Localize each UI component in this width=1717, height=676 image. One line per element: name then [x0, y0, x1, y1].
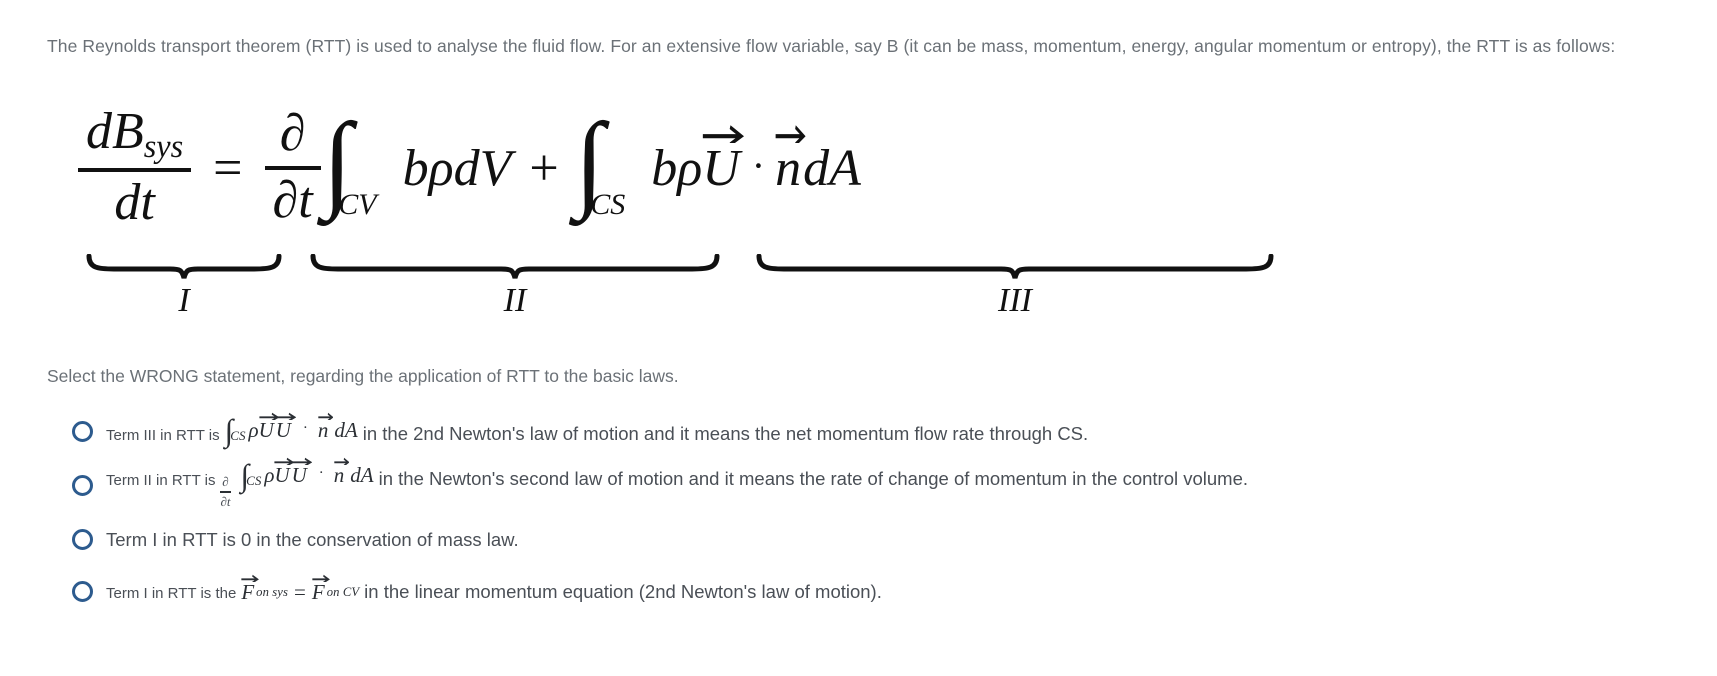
lhs-denominator: dt: [114, 174, 155, 232]
option-row-3[interactable]: Term I in RTT is 0 in the conservation o…: [72, 519, 1692, 561]
option-4-tail: in the linear momentum equation (2nd New…: [364, 581, 882, 602]
option-4-text: Term I in RTT is the Fon sys = Fon CV in t…: [106, 574, 882, 605]
radio-button-4[interactable]: [72, 581, 93, 602]
dot-product-icon: ·: [751, 142, 766, 188]
lhs-numerator: dBsys: [78, 103, 191, 165]
term2-integrand: bρdV: [403, 139, 512, 198]
option-2-tail: in the Newton's second law of motion and…: [378, 468, 1249, 489]
option-1-U2: U: [275, 418, 291, 443]
term3-b: b: [651, 139, 678, 197]
term3-U: U: [702, 139, 740, 197]
option-4-F1: F: [241, 580, 255, 604]
lhs-fraction: dBsys dt: [78, 103, 192, 232]
vector-U-2: U: [275, 412, 296, 443]
equation-row: dBsys dt = ∂ ∂t ∫ CV bρdV + ∫ CS bρ U · ndA: [78, 78, 1338, 258]
dot-product-icon: ·: [318, 465, 324, 482]
term2-fraction-bar: [264, 166, 321, 170]
term2-partial-denominator: ∂t: [272, 172, 313, 229]
plus-sign: +: [529, 139, 559, 197]
option-1-rho: ρ: [248, 418, 259, 443]
option-4-math: Fon sys = Fon CV: [241, 574, 360, 605]
vector-U: U: [702, 125, 745, 198]
vector-n-1: n: [333, 457, 350, 488]
radio-button-3[interactable]: [72, 529, 93, 550]
term2-partial-fraction: ∂ ∂t: [264, 105, 321, 229]
intro-paragraph: The Reynolds transport theorem (RTT) is …: [47, 36, 1616, 56]
radio-button-2[interactable]: [72, 474, 93, 496]
vector-U-1: U: [258, 412, 279, 443]
lhs-d: d: [86, 103, 112, 161]
rtt-equation: dBsys dt = ∂ ∂t ∫ CV bρdV + ∫ CS bρ U · ndA: [78, 78, 1338, 348]
term3-integrand: bρ U · ndA: [651, 125, 861, 198]
option-2-dA: dA: [350, 463, 374, 488]
option-1-U1: U: [258, 418, 274, 443]
term2-integral: ∫ CV: [323, 107, 391, 221]
term2-integral-limit: CV: [338, 187, 377, 221]
option-1-integral-limit: CS: [230, 427, 246, 443]
vector-n-1: n: [317, 412, 334, 443]
underbrace-group: I II III: [78, 254, 1338, 349]
option-2-integral-limit: CS: [246, 472, 262, 488]
term3-integral-limit: CS: [590, 187, 626, 221]
vector-n: n: [775, 125, 806, 198]
equals-sign: =: [213, 139, 243, 197]
term2-dV: dV: [453, 139, 512, 197]
vector-F-2: F: [311, 574, 330, 605]
option-2-rho: ρ: [264, 463, 275, 488]
underbrace-III: III: [756, 254, 1274, 320]
option-1-n: n: [317, 418, 329, 443]
option-2-n: n: [333, 463, 345, 488]
option-2-text: Term II in RTT is ∂ ∂t ∫ CS ρ U U · n dA in the…: [106, 457, 1249, 510]
term2-b: b: [402, 139, 429, 197]
radio-button-1[interactable]: [72, 420, 93, 442]
underbrace-II: II: [310, 254, 720, 320]
dot-product-icon: ·: [302, 420, 308, 437]
option-4-F2: F: [311, 580, 325, 604]
option-4-sub1: on sys: [256, 585, 289, 599]
underbrace-I: I: [86, 254, 282, 320]
option-row-1[interactable]: Term III in RTT is ∫ CS ρ U U · n dA in the 2nd…: [72, 410, 1692, 452]
option-row-4[interactable]: Term I in RTT is the Fon sys = Fon CV in t…: [72, 571, 1692, 613]
term3-integral: ∫ CS: [575, 107, 640, 221]
option-2-math: ∫ CS ρ U U · n dA: [241, 457, 374, 491]
option-4-lead: Term I in RTT is the: [106, 585, 237, 602]
option-1-dA: dA: [334, 418, 358, 443]
option-3-text: Term I in RTT is 0 in the conservation o…: [106, 529, 519, 551]
option-2-partial-fraction: ∂ ∂t: [220, 474, 231, 510]
option-2-U1: U: [274, 463, 290, 488]
term3-n: n: [775, 139, 802, 197]
option-4-sub2: on CV: [326, 585, 360, 599]
brace-label-II: II: [503, 282, 527, 319]
option-2-lead: Term II in RTT is: [106, 472, 216, 489]
vector-F-1: F: [241, 574, 260, 605]
vector-U-1: U: [274, 457, 295, 488]
brace-label-I: I: [178, 282, 190, 319]
term3-rho: ρ: [677, 139, 703, 197]
term3-dA: dA: [803, 139, 861, 197]
option-4-equals: =: [294, 580, 306, 604]
option-1-tail: in the 2nd Newton's law of motion and it…: [362, 423, 1089, 444]
lhs-B: B: [112, 103, 144, 161]
lhs-fraction-bar: [78, 168, 192, 173]
option-3-lead: Term I in RTT is 0 in the conservation o…: [106, 528, 519, 550]
option-2-U2: U: [291, 463, 307, 488]
question-prompt: Select the WRONG statement, regarding th…: [47, 366, 679, 386]
term2-rho: ρ: [428, 139, 454, 197]
answer-options-list: Term III in RTT is ∫ CS ρ U U · n dA in the 2nd…: [72, 410, 1692, 623]
term2-partial-numerator: ∂: [279, 105, 306, 163]
option-2-frac-bar: [220, 491, 231, 493]
option-row-2[interactable]: Term II in RTT is ∂ ∂t ∫ CS ρ U U · n dA in the…: [72, 457, 1692, 510]
option-2-frac-num: ∂: [222, 474, 229, 489]
option-1-math: ∫ CS ρ U U · n dA: [225, 412, 358, 446]
vector-U-2: U: [291, 457, 312, 488]
option-1-text: Term III in RTT is ∫ CS ρ U U · n dA in the 2nd…: [106, 412, 1089, 446]
brace-label-III: III: [998, 282, 1032, 319]
lhs-subscript: sys: [143, 128, 184, 165]
option-1-lead: Term III in RTT is: [106, 427, 220, 444]
option-2-frac-den: ∂t: [220, 493, 231, 509]
